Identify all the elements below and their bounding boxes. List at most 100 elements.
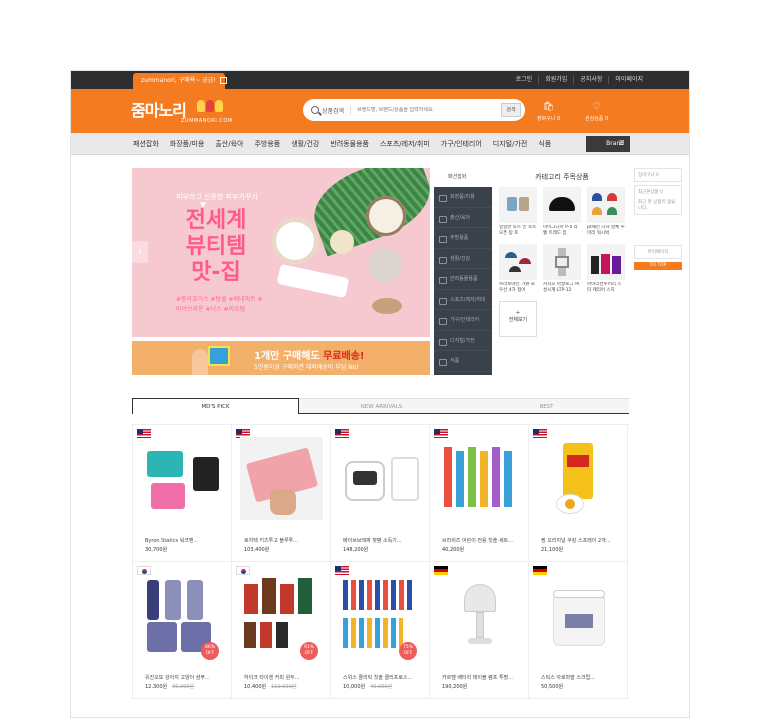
search-button[interactable]: 검색 <box>501 103 521 117</box>
product-name: 유진오또 강아지 고양이 샴푸... <box>145 675 210 681</box>
mypage-link[interactable]: 마이페이지 <box>608 76 649 84</box>
product-name: 카시오 아날로그 여성시계 LTP-12 <box>543 282 579 293</box>
nav-item[interactable]: 반려동물용품 <box>330 139 369 149</box>
nav-item[interactable]: 주방용품 <box>254 139 280 149</box>
product-name: 브라보야인 가큐 로 우산 4가 접어 <box>499 282 535 293</box>
promo-text: zummanori, 구매욕~ 궁금! <box>141 77 216 84</box>
side-category-header-label: 패션잡화 <box>448 174 467 180</box>
discount-badge: 86% OFF <box>201 642 219 660</box>
logo-characters-icon <box>197 100 223 112</box>
tube <box>276 263 350 299</box>
product-image <box>240 437 323 520</box>
product-tabs: MD'S PICK NEW ARRIVALS BEST <box>132 398 629 414</box>
category-products: 카테고리 주목상품 일일반 토트 인 토트 오픈 탑 토 마이그니아 P-4 라… <box>496 168 628 375</box>
side-category-item[interactable]: 반려동물용품 <box>434 269 492 290</box>
category-products-title: 카테고리 주목상품 <box>535 173 589 181</box>
search-category-label: 상품검색 <box>322 107 345 115</box>
search-input[interactable] <box>351 107 501 113</box>
product-card[interactable]: 86% OFF 유진오또 강아지 고양이 샴푸... 12,300원 90,000… <box>133 562 232 699</box>
category-product[interactable]: 카시오 아날로그 여성시계 LTP-12 <box>543 244 581 295</box>
product-card[interactable]: 스틱스 아로마말 스크럽... 50,500원 <box>529 562 628 699</box>
free-shipping-banner[interactable]: 1개만 구매해도 무료배송! 5만원이상 구매하면 해외배송비 부담 No! <box>132 341 430 375</box>
wishlist-button[interactable]: ♡ 관심상품 0 <box>585 103 608 123</box>
product-name: 베이브브레짜 젖병 소독기... <box>343 538 402 544</box>
price-current: 10,000원 <box>343 684 366 690</box>
prev-arrow-icon[interactable]: ‹ <box>132 241 148 263</box>
product-thumb <box>543 244 581 280</box>
more-button[interactable]: + 전체보기 <box>499 301 537 337</box>
product-card[interactable]: 브라쉬즈 어린이 전용 칫솔 세트... 40,200원 <box>430 425 529 562</box>
nav-item[interactable]: 출산/육아 <box>215 139 243 149</box>
product-name: 팜 오리지널 쿠킹 스프레이 2개... <box>541 538 611 544</box>
tab-best[interactable]: BEST <box>464 398 629 414</box>
product-name: 아이리컨투어리 스타 캐리어 스치 <box>587 282 622 293</box>
cart-button[interactable]: 🛍 장바구니 0 <box>537 103 560 123</box>
category-product[interactable]: 일일반 토트 인 토트 오픈 탑 토 <box>499 187 537 238</box>
product-price: 190,200원 <box>442 684 468 690</box>
product-card[interactable]: 베이브브레짜 젖병 소독기... 148,200원 <box>331 425 430 562</box>
product-price: 12,300원 90,000원 <box>145 683 194 690</box>
nav-item[interactable]: 가구/인테리어 <box>441 139 482 149</box>
search-category[interactable]: 상품검색 <box>311 105 352 115</box>
shipping-title-prefix: 1개만 구매해도 <box>254 351 324 362</box>
login-link[interactable]: 로그인 <box>510 76 539 84</box>
banner-tags: #몽라호이스 #탐클 #베네피트 #바이브라운 #너스 #비오템 <box>176 296 263 313</box>
cream-jar <box>366 196 406 236</box>
tab-new-arrivals[interactable]: NEW ARRIVALS <box>299 398 464 414</box>
product-name: 스틱스 아로마말 스크럽... <box>541 675 595 681</box>
notice-link[interactable]: 공지사항 <box>573 76 608 84</box>
side-category-item[interactable]: 스포츠/레저/취미 <box>434 290 492 310</box>
product-price: 21,100원 <box>541 547 564 553</box>
product-card[interactable]: 카르텔 배터리 테이블 램프 투명... 190,200원 <box>430 562 529 699</box>
product-image <box>438 574 521 657</box>
product-name: 하이크 타이엔 커피 원두... <box>244 675 300 681</box>
nav-item[interactable]: 생활/건강 <box>291 139 319 149</box>
recent-viewed-label: 최근본상품 0 <box>638 190 663 195</box>
product-image <box>537 574 620 657</box>
product-card[interactable]: 로지텍 키즈투고 블루투... 103,400원 <box>232 425 331 562</box>
side-category-item[interactable]: 식품 <box>434 351 492 372</box>
main-banner[interactable]: ‹ 피부라고 신중한 피부가꾸기 ♥ 전세계 뷰티템 맛-집 #몽라호이스 #탐… <box>132 168 430 337</box>
nav-item[interactable]: 화장품/미용 <box>170 139 205 149</box>
menu-icon: ☰ <box>618 140 624 147</box>
tab-mds-pick[interactable]: MD'S PICK <box>132 398 299 414</box>
category-product[interactable]: 아이리컨투어리 스타 캐리어 스치 <box>587 244 625 295</box>
promo-tab[interactable]: zummanori, 구매욕~ 궁금! <box>133 73 227 89</box>
brand-button[interactable]: Brand ☰ <box>586 136 630 152</box>
product-card[interactable]: 팜 오리지널 쿠킹 스프레이 2개... 21,100원 <box>529 425 628 562</box>
side-category-item[interactable]: 출산/육아 <box>434 208 492 228</box>
nav-item[interactable]: 패션잡화 <box>133 139 159 149</box>
banner-title-line: 뷰티템 <box>185 234 247 259</box>
mypage-box[interactable]: 마이페이지 <box>634 245 682 259</box>
price-old: 110,000원 <box>271 684 297 690</box>
side-category-item[interactable]: 화장품/미용 <box>434 187 492 208</box>
search-icon <box>311 106 319 114</box>
product-card[interactable]: Byron Statics 워크맨... 30,700원 <box>133 425 232 562</box>
side-category-item[interactable]: 주방용품 <box>434 228 492 249</box>
nav-item[interactable]: 식품 <box>538 139 551 149</box>
shipping-subtitle: 5만원이상 구매하면 해외배송비 부담 No! <box>254 364 359 371</box>
side-category-item[interactable]: 가구/인테리어 <box>434 310 492 331</box>
signup-link[interactable]: 회원가입 <box>538 76 573 84</box>
right-sidebar: 장바구니 0 최근본상품 0 최근 본 상품이 없습니다. 마이페이지 TO T… <box>634 168 682 270</box>
price-current: 12,300원 <box>145 684 168 690</box>
category-product[interactable]: 마이그니아 P-4 라벨 트레드 집 <box>543 187 581 238</box>
side-category-item[interactable]: 디지털/가전 <box>434 331 492 351</box>
product-thumb <box>499 187 537 223</box>
product-card[interactable]: 91% OFF 하이크 타이엔 커피 원두... 10,400원 110,000원 <box>232 562 331 699</box>
side-category-item[interactable]: 생활/건강 <box>434 249 492 269</box>
category-product[interactable]: 브라보야인 가큐 로 우산 4가 접어 <box>499 244 537 295</box>
header: 줌마노리 ZUMMANORI.COM 상품검색 검색 🛍 장바구니 0 ♡ 관심… <box>71 89 689 133</box>
category-product[interactable]: pt패션 나사 말체 투 마리 워시벅 <box>587 187 625 238</box>
logo[interactable]: 줌마노리 ZUMMANORI.COM <box>131 97 232 124</box>
product-card[interactable]: 75% OFF 스위스 클리틱 칫솔 클리프로스... 10,000원 40,00… <box>331 562 430 699</box>
nav-item[interactable]: 디지털/가전 <box>493 139 528 149</box>
to-top-button[interactable]: TO TOP <box>634 262 682 270</box>
recent-cart[interactable]: 장바구니 0 <box>634 168 682 182</box>
side-category-header[interactable]: 패션잡화 <box>434 168 492 187</box>
product-name: 일일반 토트 인 토트 오픈 탑 토 <box>499 225 537 236</box>
product-image <box>339 437 422 520</box>
category-more[interactable]: + 전체보기 <box>499 301 537 352</box>
product-name: 로지텍 키즈투고 블루투... <box>244 538 298 544</box>
nav-item[interactable]: 스포츠/레저/취미 <box>380 139 430 149</box>
